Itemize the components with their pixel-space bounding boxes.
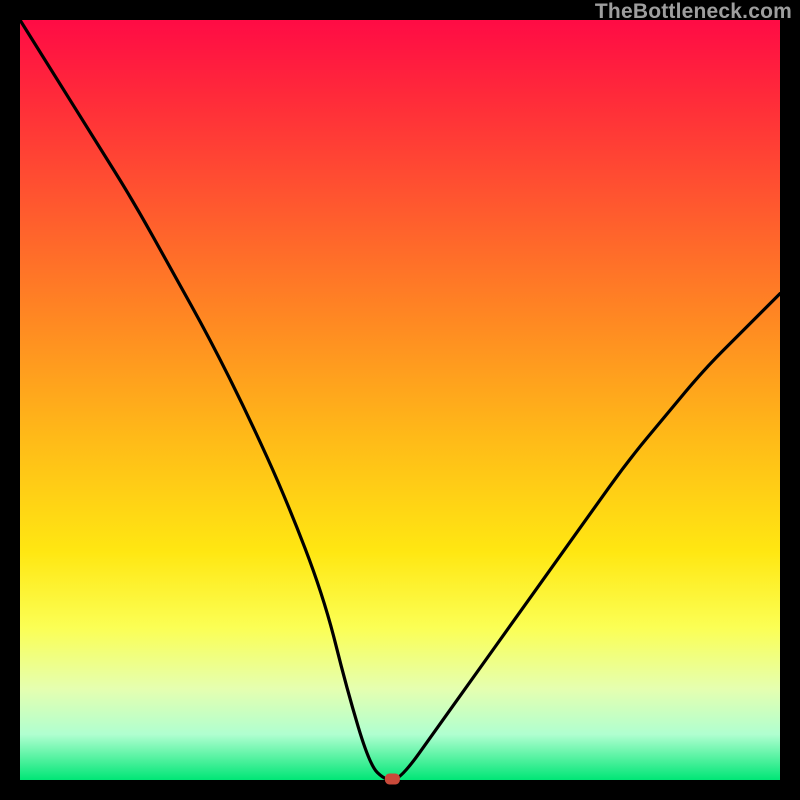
chart-svg [20,20,780,780]
bottleneck-curve-path [20,20,780,780]
optimal-point-marker [385,774,399,784]
chart-outer-frame: TheBottleneck.com [0,0,800,800]
watermark-text: TheBottleneck.com [595,0,792,24]
